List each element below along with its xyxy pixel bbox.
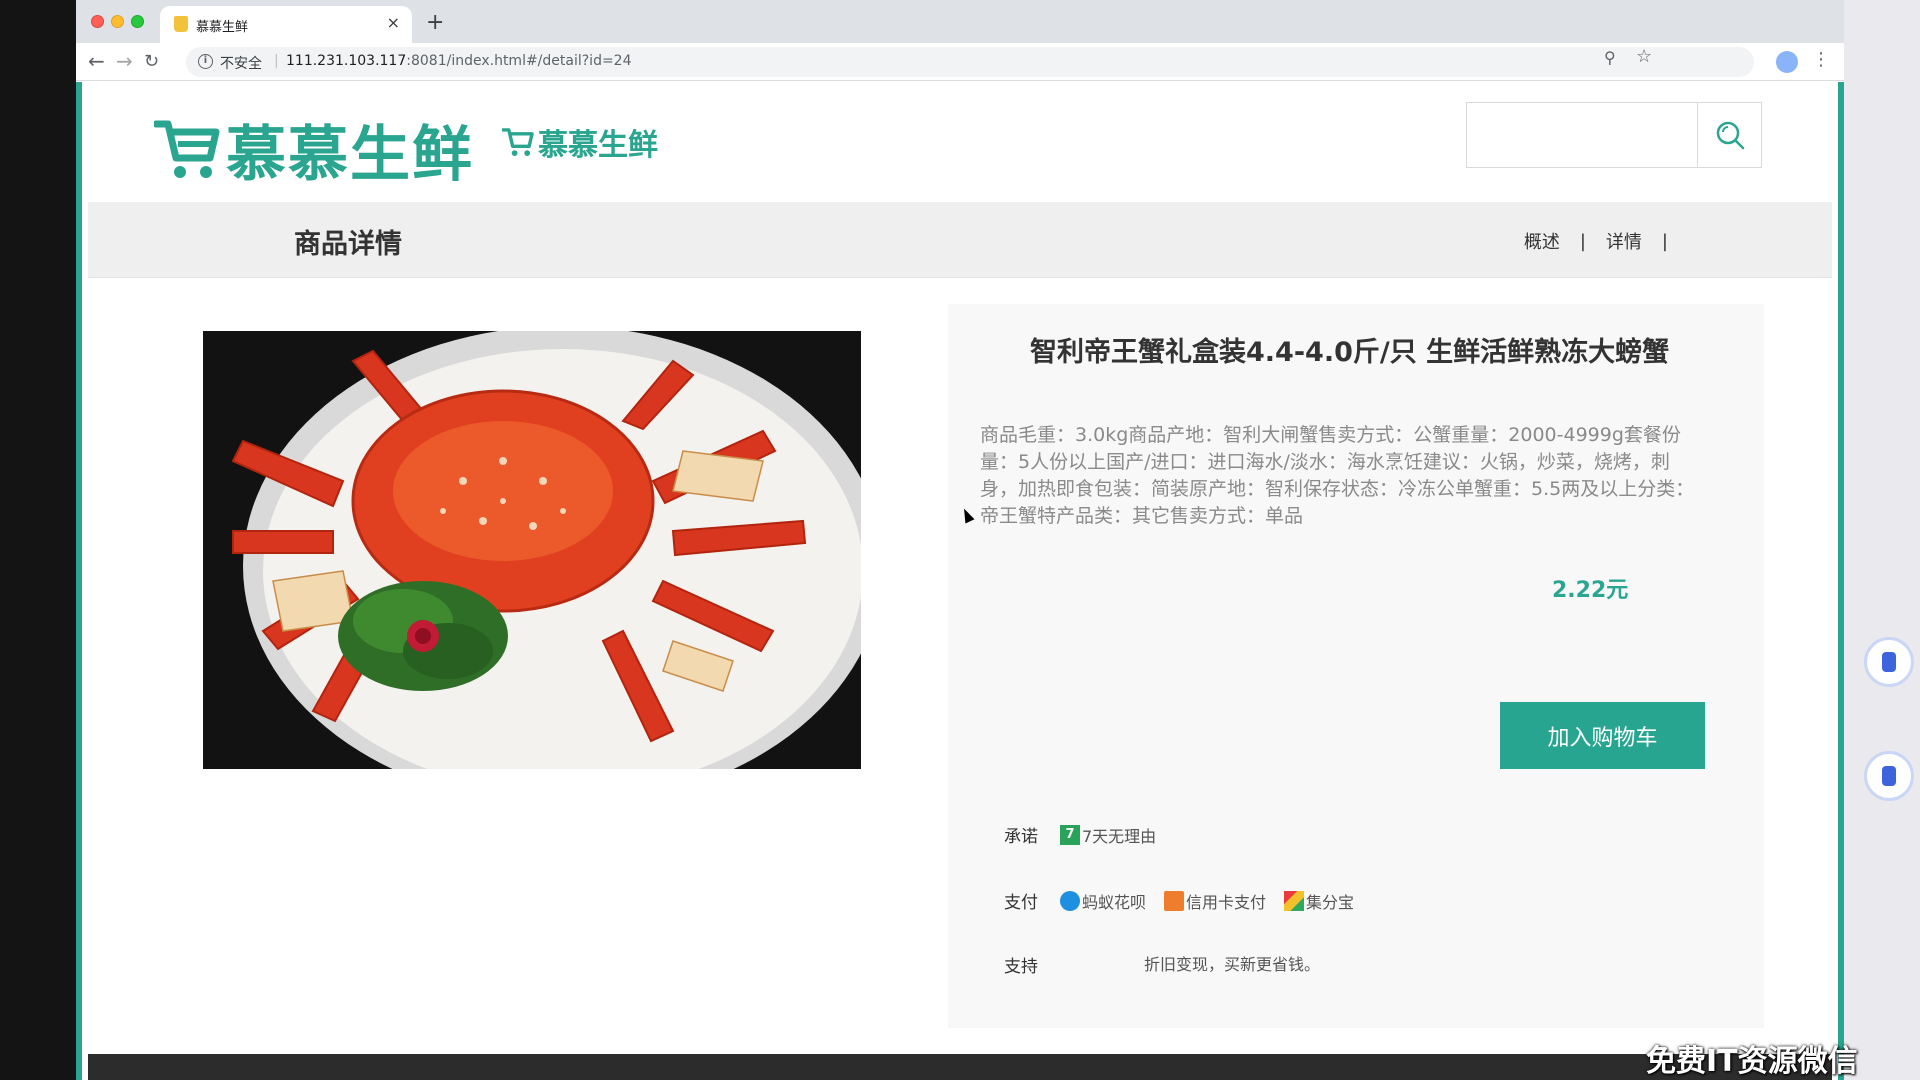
search-box (1466, 102, 1762, 168)
product-title: 智利帝王蟹礼盒装4.4-4.0斤/只 生鲜活鲜熟冻大螃蟹 (1030, 337, 1670, 368)
add-to-cart-button[interactable]: 加入购物车 (1500, 702, 1705, 769)
site-logo-small[interactable]: 慕慕生鲜 (502, 120, 658, 164)
product-description: 商品毛重：3.0kg商品产地：智利大闸蟹售卖方式：公蟹重量：2000-4999g… (980, 424, 1695, 527)
search-button[interactable] (1697, 103, 1761, 167)
crab-image (203, 331, 861, 769)
page-title: 商品详情 (294, 229, 402, 260)
promise-label: 承诺 (1004, 827, 1038, 847)
floating-widget-button-2[interactable] (1864, 751, 1914, 801)
url-text[interactable]: 111.231.103.117:8081/index.html#/detail?… (286, 53, 632, 69)
screen-edge-right (1844, 0, 1920, 1080)
page-border-right (1838, 82, 1844, 1080)
promise-row: 承诺 7 7天无理由 (1004, 822, 1174, 847)
logo-text: 慕慕生鲜 (226, 119, 474, 190)
tab-overview[interactable]: 概述 (1524, 228, 1560, 254)
payment-item-credit-card[interactable]: 信用卡支付 (1164, 889, 1266, 913)
promise-item: 7 7天无理由 (1060, 823, 1156, 847)
web-page: 慕慕生鲜 慕慕生鲜 商品详情 概述 | 详情 | 智利帝王蟹礼盒装4.4-4.0… (76, 82, 1844, 1080)
payment-item-label: 蚂蚁花呗 (1082, 892, 1147, 912)
url-host: 111.231.103.117 (286, 53, 407, 69)
browser-tab[interactable]: 慕慕生鲜 × (160, 6, 412, 43)
info-icon[interactable]: i (198, 54, 213, 69)
payment-row: 支付 蚂蚁花呗 信用卡支付 集分宝 (1004, 888, 1372, 913)
site-logo[interactable]: 慕慕生鲜 (154, 116, 474, 190)
browser-window: 慕慕生鲜 × + ← → ↻ i 不安全 | 111.231.103.117:8… (76, 0, 1844, 1080)
page-footer (88, 1054, 1832, 1080)
bookmark-star-icon[interactable]: ☆ (1636, 46, 1652, 67)
url-path: :8081/index.html#/detail?id=24 (406, 53, 632, 69)
url-separator: | (274, 53, 279, 69)
zoom-icon[interactable]: ⚲ (1604, 48, 1616, 67)
nav-separator: | (1661, 230, 1668, 252)
forward-arrow-icon[interactable]: → (116, 49, 133, 73)
back-arrow-icon[interactable]: ← (88, 49, 105, 73)
ant-huabei-icon (1060, 890, 1080, 911)
cart-logo-small-icon (502, 128, 534, 157)
promise-item-label: 7天无理由 (1082, 826, 1157, 846)
profile-avatar[interactable] (1776, 51, 1798, 73)
detail-nav: 概述 | 详情 | (1524, 228, 1688, 254)
payment-label: 支付 (1004, 893, 1038, 913)
widget-icon (1882, 766, 1896, 786)
tab-title: 慕慕生鲜 (196, 20, 249, 35)
credit-card-icon (1164, 890, 1185, 911)
minimize-window-button[interactable] (111, 15, 124, 28)
new-tab-button[interactable]: + (426, 10, 444, 35)
nav-separator: | (1579, 230, 1586, 252)
product-info-panel: 智利帝王蟹礼盒装4.4-4.0斤/只 生鲜活鲜熟冻大螃蟹 商品毛重：3.0kg商… (948, 304, 1764, 1028)
close-window-button[interactable] (91, 15, 104, 28)
search-input[interactable] (1467, 103, 1697, 167)
page-border-left (76, 82, 82, 1080)
support-text: 折旧变现，买新更省钱。 (1144, 954, 1321, 974)
payment-item-label: 信用卡支付 (1186, 892, 1267, 912)
more-menu-icon[interactable]: ⋮ (1812, 49, 1830, 70)
logo-small-text: 慕慕生鲜 (538, 128, 658, 163)
support-row: 支持 折旧变现，买新更省钱。 (1004, 952, 1338, 978)
watermark: 免费IT资源微信 (1646, 1044, 1858, 1079)
screen-edge-left (0, 0, 76, 1080)
floating-widget-button-1[interactable] (1864, 637, 1914, 687)
browser-toolbar: ← → ↻ i 不安全 | 111.231.103.117:8081/index… (76, 43, 1844, 81)
favicon-icon (174, 16, 188, 32)
tab-close-icon[interactable]: × (387, 13, 400, 32)
tab-details[interactable]: 详情 (1606, 228, 1642, 254)
jifenbao-icon (1284, 890, 1305, 911)
product-image (203, 331, 861, 769)
product-price: 2.22元 (1552, 578, 1629, 603)
security-label[interactable]: 不安全 (220, 53, 262, 73)
reload-icon[interactable]: ↻ (144, 51, 159, 72)
detail-header-bar: 商品详情 概述 | 详情 | (88, 202, 1832, 278)
payment-item-label: 集分宝 (1306, 892, 1355, 912)
address-bar[interactable]: i 不安全 | 111.231.103.117:8081/index.html#… (186, 47, 1754, 77)
seven-day-icon: 7 (1060, 824, 1080, 845)
search-icon (1716, 121, 1744, 150)
maximize-window-button[interactable] (131, 15, 144, 28)
support-label: 支持 (1004, 957, 1038, 977)
payment-item-jifenbao[interactable]: 集分宝 (1284, 889, 1354, 913)
payment-item-huabei[interactable]: 蚂蚁花呗 (1060, 889, 1146, 913)
widget-icon (1882, 652, 1896, 672)
tab-strip: 慕慕生鲜 × + (76, 0, 1844, 43)
cart-logo-icon (154, 120, 220, 178)
